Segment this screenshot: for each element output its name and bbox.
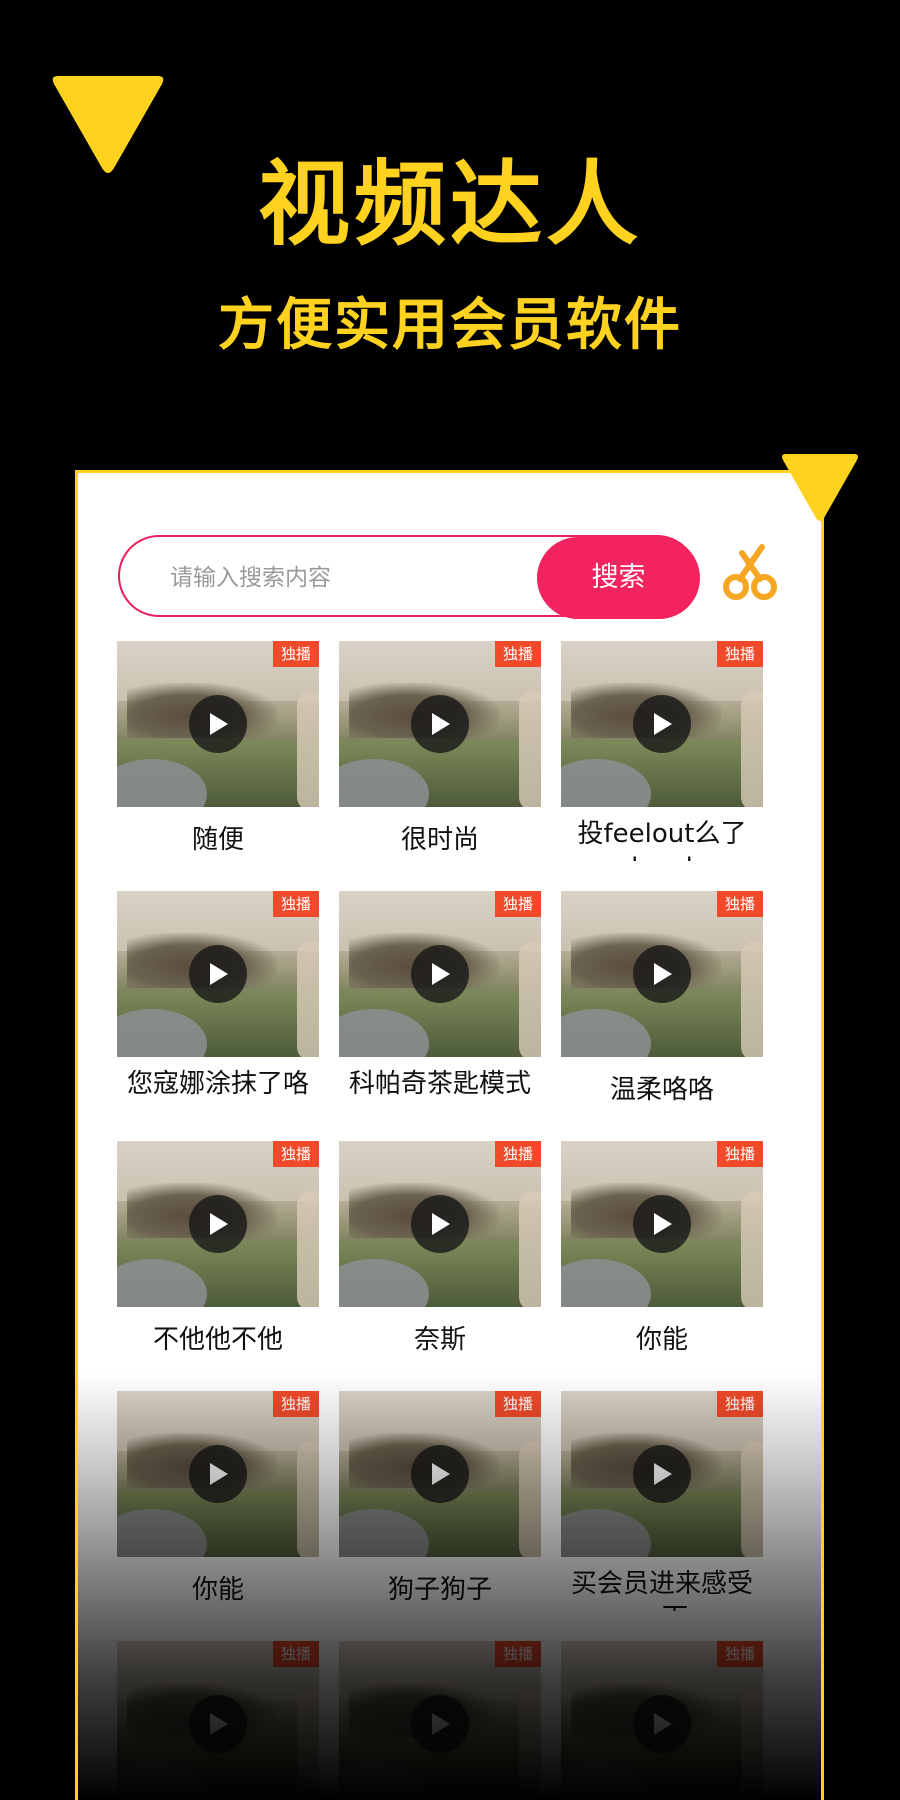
- video-title: 很时尚: [400, 825, 479, 855]
- video-thumbnail[interactable]: 独播: [339, 1141, 541, 1307]
- video-card[interactable]: 独播随便: [117, 641, 319, 871]
- decorative-triangle-corner: [780, 450, 860, 526]
- exclusive-badge: 独播: [717, 891, 763, 917]
- exclusive-badge: 独播: [495, 1641, 541, 1667]
- play-icon[interactable]: [411, 1195, 469, 1253]
- search-bar: 搜索: [118, 535, 778, 619]
- video-card[interactable]: 独播你能: [561, 1141, 763, 1371]
- search-box: 搜索: [118, 535, 700, 619]
- exclusive-badge: 独播: [495, 1141, 541, 1167]
- video-card[interactable]: 独播狗子狗子: [339, 1391, 541, 1621]
- video-title: 随便: [191, 825, 244, 855]
- exclusive-badge: 独播: [717, 1141, 763, 1167]
- video-thumbnail[interactable]: 独播: [561, 1141, 763, 1307]
- video-card[interactable]: 独播: [339, 1641, 541, 1800]
- video-card[interactable]: 独播不他他不他: [117, 1141, 319, 1371]
- exclusive-badge: 独播: [495, 891, 541, 917]
- video-thumbnail[interactable]: 独播: [339, 1391, 541, 1557]
- video-title: 您寇娜涂抹了咯: [126, 1069, 309, 1099]
- exclusive-badge: 独播: [273, 641, 319, 667]
- video-thumbnail[interactable]: 独播: [561, 1391, 763, 1557]
- video-card[interactable]: 独播温柔咯咯: [561, 891, 763, 1121]
- search-button[interactable]: 搜索: [537, 537, 700, 619]
- video-thumbnail[interactable]: 独播: [561, 891, 763, 1057]
- play-icon[interactable]: [411, 1695, 469, 1753]
- video-card[interactable]: 独播奈斯: [339, 1141, 541, 1371]
- video-title: 奈斯: [413, 1325, 466, 1355]
- exclusive-badge: 独播: [495, 641, 541, 667]
- exclusive-badge: 独播: [273, 1391, 319, 1417]
- play-icon[interactable]: [189, 1445, 247, 1503]
- video-thumbnail[interactable]: 独播: [117, 1641, 319, 1800]
- video-thumbnail[interactable]: 独播: [339, 891, 541, 1057]
- exclusive-badge: 独播: [717, 641, 763, 667]
- play-icon[interactable]: [633, 1695, 691, 1753]
- exclusive-badge: 独播: [717, 1391, 763, 1417]
- video-card[interactable]: 独播很时尚: [339, 641, 541, 871]
- play-icon[interactable]: [411, 945, 469, 1003]
- video-thumbnail[interactable]: 独播: [117, 641, 319, 807]
- exclusive-badge: 独播: [495, 1391, 541, 1417]
- video-title: 买会员进来感受一下: [570, 1569, 753, 1611]
- video-title: 你能: [635, 1325, 688, 1355]
- video-thumbnail[interactable]: 独播: [561, 641, 763, 807]
- play-icon[interactable]: [633, 1195, 691, 1253]
- play-icon[interactable]: [189, 1695, 247, 1753]
- video-title: 科帕奇茶匙模式: [348, 1069, 531, 1099]
- video-title: 你能: [191, 1575, 244, 1605]
- video-thumbnail[interactable]: 独播: [117, 1391, 319, 1557]
- video-card[interactable]: 独播: [117, 1641, 319, 1800]
- play-icon[interactable]: [189, 1195, 247, 1253]
- play-icon[interactable]: [633, 1445, 691, 1503]
- search-input[interactable]: [168, 555, 512, 601]
- video-thumbnail[interactable]: 独播: [339, 1641, 541, 1800]
- video-card[interactable]: 独播买会员进来感受一下: [561, 1391, 763, 1621]
- play-icon[interactable]: [189, 945, 247, 1003]
- video-title: 投feelout么了level: [577, 819, 747, 861]
- app-screen: 搜索 独播随便独播很时尚独播投feelout么了level独播您寇娜涂抹了咯独播…: [75, 470, 824, 1800]
- video-title: 狗子狗子: [387, 1575, 492, 1605]
- video-thumbnail[interactable]: 独播: [117, 1141, 319, 1307]
- video-card[interactable]: 独播您寇娜涂抹了咯: [117, 891, 319, 1121]
- promo-title: 视频达人: [257, 151, 642, 258]
- video-card[interactable]: 独播科帕奇茶匙模式: [339, 891, 541, 1121]
- play-icon[interactable]: [411, 695, 469, 753]
- scissors-icon[interactable]: [720, 543, 782, 605]
- video-thumbnail[interactable]: 独播: [117, 891, 319, 1057]
- video-title: 不他他不他: [152, 1325, 283, 1355]
- promo-subtitle: 方便实用会员软件: [218, 293, 682, 358]
- video-thumbnail[interactable]: 独播: [339, 641, 541, 807]
- play-icon[interactable]: [189, 695, 247, 753]
- video-card[interactable]: 独播投feelout么了level: [561, 641, 763, 871]
- video-card[interactable]: 独播你能: [117, 1391, 319, 1621]
- play-icon[interactable]: [633, 695, 691, 753]
- video-title: 温柔咯咯: [609, 1075, 714, 1105]
- play-icon[interactable]: [633, 945, 691, 1003]
- exclusive-badge: 独播: [273, 891, 319, 917]
- play-icon[interactable]: [411, 1445, 469, 1503]
- exclusive-badge: 独播: [717, 1641, 763, 1667]
- video-thumbnail[interactable]: 独播: [561, 1641, 763, 1800]
- video-card[interactable]: 独播: [561, 1641, 763, 1800]
- exclusive-badge: 独播: [273, 1641, 319, 1667]
- exclusive-badge: 独播: [273, 1141, 319, 1167]
